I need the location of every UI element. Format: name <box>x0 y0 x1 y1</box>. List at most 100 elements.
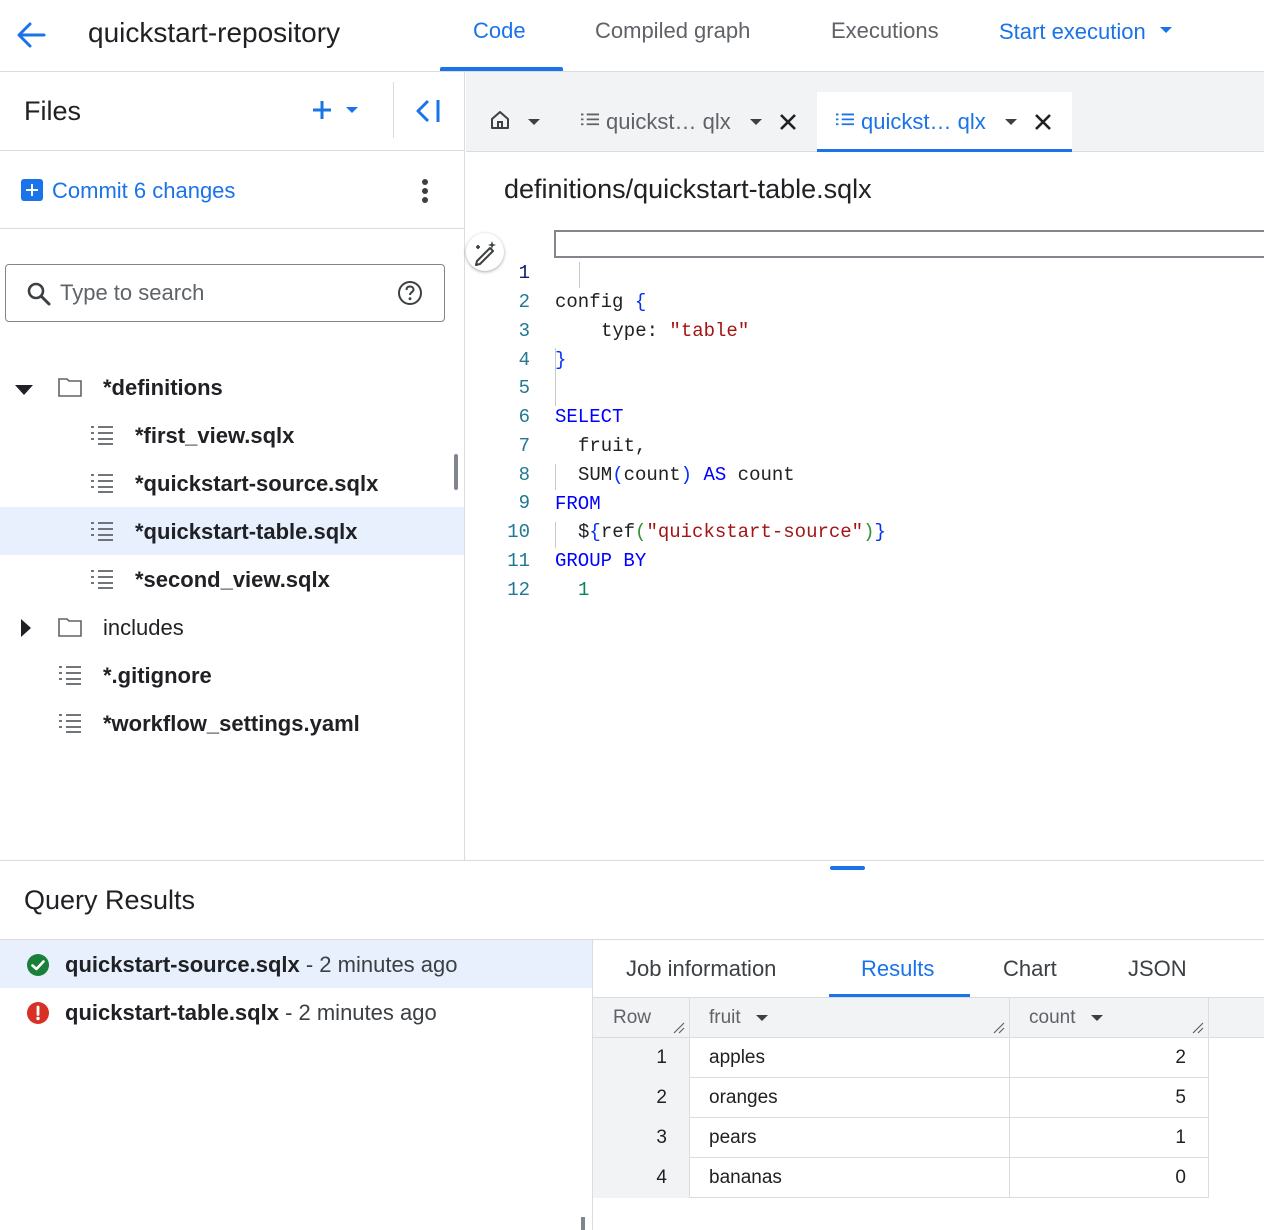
tree-folder-includes[interactable]: includes <box>0 603 464 651</box>
repository-title: quickstart-repository <box>88 17 341 48</box>
tree-file-gitignore[interactable]: *.gitignore <box>0 651 464 699</box>
resize-handle[interactable] <box>830 866 865 870</box>
check-circle-icon <box>27 954 49 976</box>
tree-item-label: *.gitignore <box>103 663 212 688</box>
divider <box>0 228 465 229</box>
sort-arrow-icon[interactable] <box>1090 1014 1103 1021</box>
column-header-label: count <box>1029 1007 1076 1028</box>
add-file-button[interactable] <box>312 94 360 126</box>
fruit-cell: apples <box>690 1038 1010 1078</box>
code-line: 12 <box>466 547 1264 601</box>
row-number-cell: 1 <box>593 1038 690 1078</box>
commit-plus-icon[interactable] <box>21 179 43 201</box>
code-editor[interactable]: 1 config { 2 type: "table" 3 } 4 5 SELEC… <box>466 228 1264 628</box>
code-line: 4 <box>466 317 1264 371</box>
help-icon[interactable] <box>397 280 423 306</box>
search-input[interactable] <box>60 277 390 309</box>
tree-item-label: *definitions <box>103 375 223 400</box>
files-title: Files <box>24 96 82 126</box>
tab-code[interactable]: Code <box>473 18 526 44</box>
tree-file-first-view[interactable]: *first_view.sqlx <box>0 411 464 459</box>
editor-tab-quickstart-source[interactable]: quickst… qlx <box>566 92 816 152</box>
collapse-panel-icon[interactable] <box>414 98 442 124</box>
tree-file-second-view[interactable]: *second_view.sqlx <box>0 555 464 603</box>
commit-changes-button[interactable]: Commit 6 changes <box>52 178 235 204</box>
chevron-down-icon[interactable] <box>528 119 540 125</box>
column-header-count[interactable]: count <box>1010 998 1209 1038</box>
code-token: 1 <box>578 579 590 601</box>
table-header-row: Row fruit count <box>593 998 1264 1038</box>
tab-compiled-graph[interactable]: Compiled graph <box>595 18 750 44</box>
file-lines-icon <box>836 113 854 126</box>
table-row: 2 oranges 5 <box>593 1078 1209 1118</box>
close-icon[interactable] <box>778 112 798 132</box>
file-lines-icon <box>91 426 113 445</box>
error-icon <box>27 1002 49 1024</box>
column-resize-icon[interactable] <box>673 1022 685 1034</box>
file-lines-icon <box>59 714 81 733</box>
folder-icon <box>58 378 82 397</box>
tree-item-label: *first_view.sqlx <box>135 423 295 448</box>
back-arrow-icon[interactable] <box>14 18 48 52</box>
file-tree-scrollbar[interactable] <box>454 454 458 490</box>
code-line: 11 1 <box>466 518 1264 601</box>
row-number-cell: 4 <box>593 1158 690 1198</box>
tree-file-workflow-settings[interactable]: *workflow_settings.yaml <box>0 699 464 747</box>
job-time: - 2 minutes ago <box>278 1000 437 1025</box>
tree-file-quickstart-table[interactable]: *quickstart-table.sqlx <box>0 507 464 555</box>
code-line: 2 type: "table" <box>466 259 1264 342</box>
row-number-cell: 3 <box>593 1118 690 1158</box>
tab-results[interactable]: Results <box>861 956 934 982</box>
close-icon[interactable] <box>1033 112 1053 132</box>
code-line: 8 FROM <box>466 432 1264 515</box>
table-row: 1 apples 2 <box>593 1038 1209 1078</box>
query-results-title: Query Results <box>24 885 196 915</box>
tree-item-label: *workflow_settings.yaml <box>103 711 360 736</box>
fruit-cell: pears <box>690 1118 1010 1158</box>
active-tab-indicator <box>440 67 563 71</box>
sort-arrow-icon[interactable] <box>755 1014 768 1021</box>
chevron-down-icon[interactable] <box>1005 119 1017 125</box>
panel-splitter <box>0 860 1264 861</box>
tab-chart[interactable]: Chart <box>1003 956 1057 982</box>
tree-item-label: *second_view.sqlx <box>135 567 330 592</box>
chevron-down-icon <box>1159 27 1172 34</box>
tab-json[interactable]: JSON <box>1128 956 1187 982</box>
chevron-down-icon[interactable] <box>750 119 762 125</box>
start-execution-label: Start execution <box>999 19 1146 44</box>
count-cell: 2 <box>1010 1038 1209 1078</box>
home-icon <box>491 111 509 129</box>
file-lines-icon <box>91 570 113 589</box>
column-header-label: fruit <box>709 1007 741 1028</box>
code-line: 1 config { <box>466 230 1264 313</box>
tree-folder-definitions[interactable]: *definitions <box>0 363 464 411</box>
editor-tab-label: quickst… qlx <box>861 109 986 134</box>
top-app-bar: quickstart-repository Code Compiled grap… <box>0 0 1264 72</box>
file-lines-icon <box>91 522 113 541</box>
column-header-label: Row <box>613 1007 652 1028</box>
editor-tab-bar: quickst… qlx quickst… qlx <box>466 72 1264 152</box>
column-resize-icon[interactable] <box>993 1022 1005 1034</box>
expand-arrow-down-icon[interactable] <box>14 378 34 398</box>
job-file-name: quickstart-table.sqlx <box>65 1000 279 1025</box>
job-item[interactable]: quickstart-source.sqlx - 2 minutes ago <box>0 940 592 988</box>
editor-tab-home[interactable] <box>466 92 566 152</box>
column-header-row[interactable]: Row <box>593 998 690 1038</box>
code-line: 7 SUM(count) AS count <box>466 403 1264 486</box>
editor-tab-quickstart-table[interactable]: quickst… qlx <box>817 92 1072 152</box>
start-execution-button[interactable]: Start execution <box>999 19 1172 45</box>
expand-arrow-right-icon[interactable] <box>16 618 36 638</box>
column-resize-icon[interactable] <box>1192 1022 1204 1034</box>
tab-executions[interactable]: Executions <box>831 18 939 44</box>
files-panel: Files Commit 6 changes *defi <box>0 72 465 860</box>
count-cell: 5 <box>1010 1078 1209 1118</box>
job-item[interactable]: quickstart-table.sqlx - 2 minutes ago <box>0 988 592 1036</box>
tree-file-quickstart-source[interactable]: *quickstart-source.sqlx <box>0 459 464 507</box>
code-line: 6 fruit, <box>466 374 1264 457</box>
tab-job-information[interactable]: Job information <box>626 956 776 982</box>
jobs-scrollbar[interactable] <box>581 1217 585 1230</box>
line-number: 12 <box>507 579 530 601</box>
column-header-fruit[interactable]: fruit <box>690 998 1010 1038</box>
table-row: 3 pears 1 <box>593 1118 1209 1158</box>
more-options-icon[interactable] <box>414 176 436 206</box>
